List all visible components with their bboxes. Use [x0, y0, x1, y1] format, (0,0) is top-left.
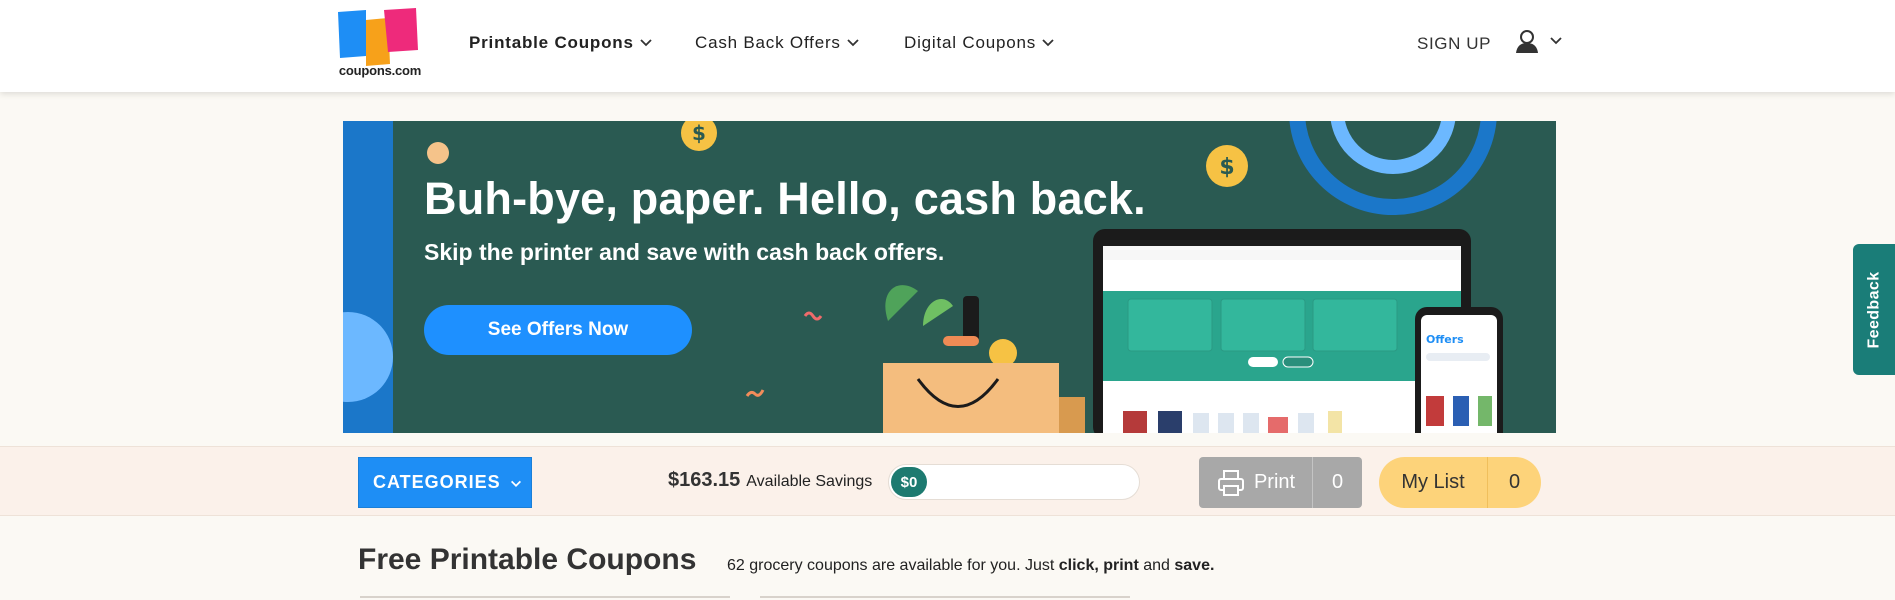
- svg-text:$: $: [1219, 155, 1234, 180]
- page-subtitle: 62 grocery coupons are available for you…: [727, 557, 1214, 575]
- page-subtitle-and: and: [1138, 557, 1175, 574]
- feedback-label: Feedback: [1865, 270, 1883, 349]
- coupons-logo[interactable]: coupons.com: [336, 6, 424, 80]
- print-count: 0: [1312, 457, 1362, 508]
- nav-digital-coupons[interactable]: Digital Coupons: [904, 33, 1056, 53]
- coupon-toolbar: CATEGORIES $163.15 Available Savings $0 …: [0, 446, 1895, 516]
- available-savings: $163.15 Available Savings: [668, 469, 872, 492]
- nav-digital-coupons-label: Digital Coupons: [904, 33, 1037, 52]
- categories-dropdown[interactable]: CATEGORIES: [358, 457, 532, 508]
- nav-printable-coupons-label: Printable Coupons: [469, 33, 634, 52]
- chevron-down-icon: [847, 39, 859, 47]
- page-subtitle-save: save.: [1174, 557, 1215, 574]
- printer-icon: [1217, 469, 1244, 496]
- my-list-count: 0: [1487, 457, 1541, 508]
- logo-mark-icon: [338, 8, 418, 66]
- sign-up-link[interactable]: SIGN UP: [1417, 34, 1491, 54]
- savings-amount: $163.15: [668, 469, 741, 491]
- nav-printable-coupons[interactable]: Printable Coupons: [469, 33, 654, 53]
- my-list-button[interactable]: My List 0: [1379, 457, 1541, 508]
- print-button[interactable]: Print 0: [1199, 457, 1362, 508]
- page-title: Free Printable Coupons: [358, 543, 697, 576]
- chevron-down-icon: [1550, 37, 1562, 45]
- site-header: coupons.com Printable Coupons Cash Back …: [0, 0, 1895, 92]
- nav-cash-back-offers[interactable]: Cash Back Offers: [695, 33, 861, 53]
- savings-progress-value: $0: [891, 467, 927, 497]
- see-offers-button[interactable]: See Offers Now: [424, 305, 692, 355]
- promo-banner[interactable]: $ $ Offers Buh-bye, paper. Hello, cash b…: [343, 121, 1556, 433]
- chevron-down-icon: [640, 39, 652, 47]
- user-icon: [1516, 30, 1538, 53]
- page-subtitle-click: click, print: [1058, 557, 1139, 574]
- banner-illustration: $ $ Offers: [343, 121, 1503, 433]
- banner-title: Buh-bye, paper. Hello, cash back.: [424, 173, 1146, 224]
- user-menu[interactable]: [1514, 28, 1564, 54]
- print-label: Print: [1253, 471, 1296, 493]
- svg-text:$: $: [692, 121, 706, 145]
- my-list-label: My List: [1401, 471, 1465, 493]
- savings-progress-bar: $0: [888, 464, 1140, 500]
- svg-text:Offers: Offers: [1426, 333, 1464, 346]
- logo-text: coupons.com: [338, 63, 422, 78]
- nav-cash-back-offers-label: Cash Back Offers: [695, 33, 841, 52]
- coupon-card-edge: [760, 596, 1130, 600]
- coupon-card-edge: [360, 596, 730, 600]
- chevron-down-icon: [1042, 39, 1054, 47]
- feedback-tab[interactable]: Feedback: [1853, 244, 1895, 375]
- savings-label: Available Savings: [746, 473, 873, 490]
- print-button-main: Print: [1199, 457, 1312, 508]
- chevron-down-icon: [511, 480, 521, 487]
- categories-label: CATEGORIES: [373, 472, 501, 492]
- page-subtitle-prefix: 62 grocery coupons are available for you…: [727, 557, 1059, 574]
- banner-subtitle: Skip the printer and save with cash back…: [424, 239, 945, 265]
